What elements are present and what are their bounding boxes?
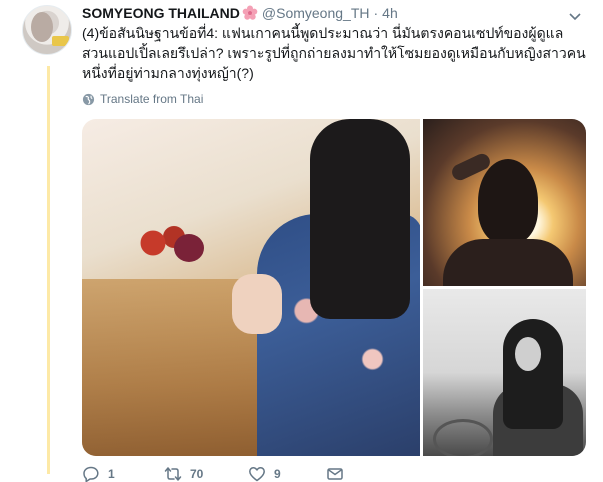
translate-link[interactable]: Translate from Thai (82, 92, 203, 106)
tweet-actions: 1 70 9 (82, 466, 562, 482)
photo-silhouette-head (478, 159, 538, 244)
like-count: 9 (274, 467, 281, 481)
globe-icon (82, 93, 95, 105)
media-grid (82, 119, 586, 456)
translate-label: Translate from Thai (100, 92, 204, 106)
photo-hair (310, 119, 410, 319)
retweet-count: 70 (190, 467, 204, 481)
photo-flower (174, 234, 204, 262)
direct-message-button[interactable] (326, 465, 344, 482)
thread-line (47, 66, 50, 474)
tweet-text: (4)ข้อสันนิษฐานข้อที่4: แฟนเกาคนนี้พูดปร… (82, 25, 586, 81)
tweet-header: SOMYEONG THAILAND @Somyeong_TH · 4h (82, 4, 398, 22)
reply-button[interactable]: 1 (82, 465, 115, 482)
photo-silhouette-shoulder (443, 239, 573, 286)
timestamp[interactable]: 4h (382, 5, 398, 21)
like-button[interactable]: 9 (248, 465, 281, 482)
separator-dot: · (373, 5, 379, 21)
avatar[interactable] (22, 5, 72, 55)
avatar-badge (52, 36, 69, 46)
author-handle[interactable]: @Somyeong_TH (262, 5, 370, 21)
photo-sunset[interactable] (423, 119, 586, 286)
like-icon (249, 467, 265, 482)
direct-message-icon (327, 468, 343, 480)
avatar-face (31, 12, 53, 42)
reply-icon (83, 466, 99, 482)
photo-hair-bw (503, 319, 563, 429)
cherry-blossom-icon (242, 5, 258, 21)
photo-main[interactable] (82, 119, 420, 456)
reply-count: 1 (108, 467, 115, 481)
photo-bicycle (433, 419, 493, 456)
retweet-button[interactable]: 70 (164, 465, 203, 482)
author-name[interactable]: SOMYEONG THAILAND (82, 5, 240, 21)
chevron-down-icon[interactable] (569, 8, 581, 21)
retweet-icon (164, 467, 182, 481)
photo-hands (232, 274, 282, 334)
photo-face-bw (515, 337, 541, 371)
photo-bw[interactable] (423, 289, 586, 456)
